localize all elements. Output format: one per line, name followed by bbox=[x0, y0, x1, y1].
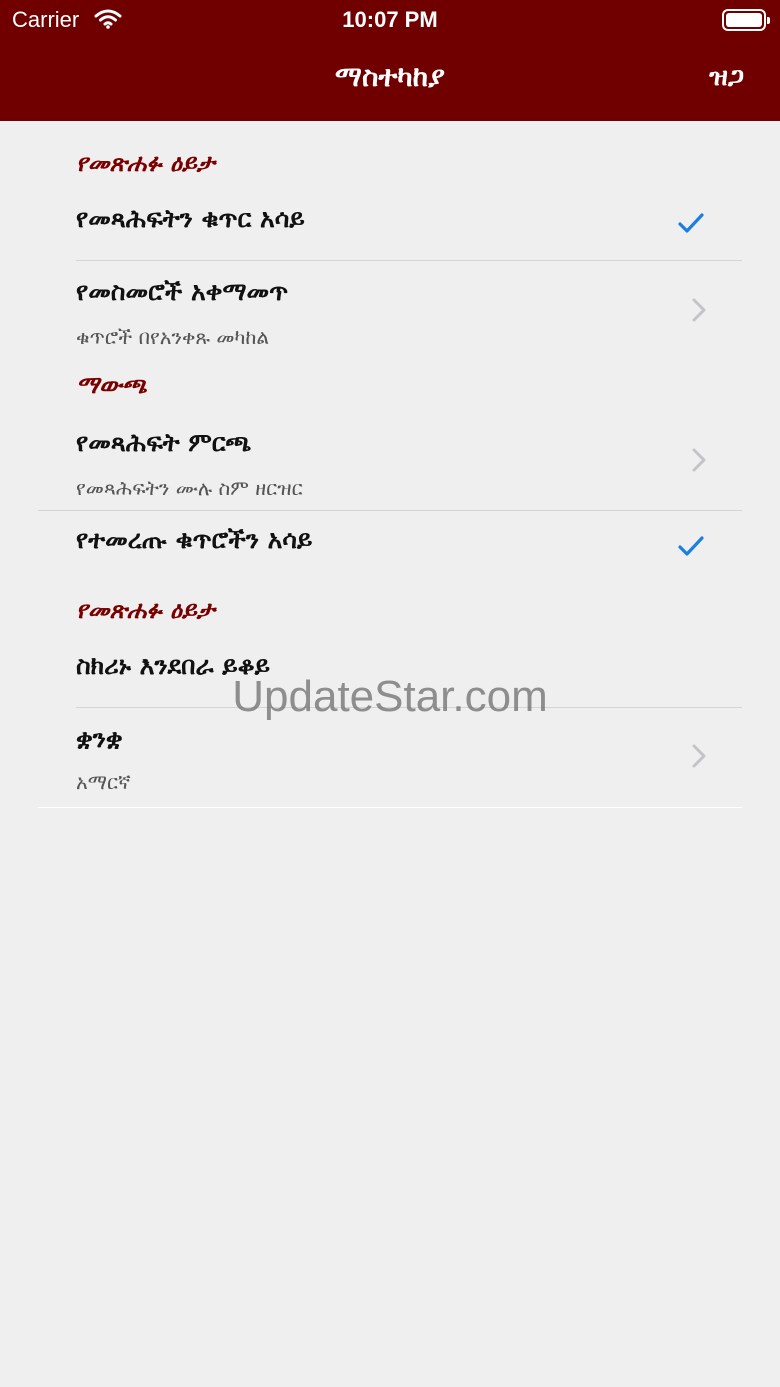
navigation-bar: ማስተካከያ ዝጋ bbox=[0, 40, 780, 121]
chevron-right-icon bbox=[692, 744, 706, 772]
page-title: ማስተካከያ bbox=[335, 60, 445, 93]
row-title: የተመረጡ ቁጥሮችን አሳይ bbox=[76, 525, 313, 554]
divider bbox=[38, 807, 742, 808]
row-subtitle: አማርኛ bbox=[76, 770, 131, 794]
battery-icon bbox=[722, 9, 770, 31]
row-title: የመጻሕፍት ምርጫ bbox=[76, 428, 252, 457]
row-language[interactable]: ቋንቋ አማርኛ bbox=[38, 708, 742, 807]
row-title: የመጻሕፍትን ቁጥር አሳይ bbox=[76, 204, 305, 233]
section-header-index: ማውጫ bbox=[76, 370, 147, 399]
section-header-book-view: የመጽሐፉ ዕይታ bbox=[76, 148, 215, 177]
chevron-right-icon bbox=[692, 298, 706, 326]
row-show-selected-verses[interactable]: የተመረጡ ቁጥሮችን አሳይ bbox=[38, 511, 742, 581]
row-title: ስክሪኑ እንደበራ ይቆይ bbox=[76, 651, 271, 680]
checkmark-icon bbox=[678, 535, 704, 561]
section-header-book-view-2: የመጽሐፉ ዕይታ bbox=[76, 595, 215, 624]
status-bar: Carrier 10:07 PM bbox=[0, 0, 780, 40]
row-title: የመስመሮች አቀማመጥ bbox=[76, 277, 289, 306]
row-keep-screen-on[interactable]: ስክሪኑ እንደበራ ይቆይ bbox=[38, 637, 742, 707]
clock: 10:07 PM bbox=[342, 7, 438, 32]
close-button[interactable]: ዝጋ bbox=[709, 62, 744, 93]
row-subtitle: ቁጥሮች በየአንቀጹ መካከል bbox=[76, 325, 270, 349]
checkmark-icon bbox=[678, 212, 704, 238]
row-title: ቋንቋ bbox=[76, 724, 123, 753]
row-subtitle: የመጻሕፍትን ሙሉ ስም ዘርዝር bbox=[76, 476, 303, 500]
row-show-book-numbers[interactable]: የመጻሕፍትን ቁጥር አሳይ bbox=[38, 190, 742, 260]
chevron-right-icon bbox=[692, 448, 706, 476]
row-book-selection[interactable]: የመጻሕፍት ምርጫ የመጻሕፍትን ሙሉ ስም ዘርዝር bbox=[38, 412, 742, 510]
row-line-layout[interactable]: የመስመሮች አቀማመጥ ቁጥሮች በየአንቀጹ መካከል bbox=[38, 261, 742, 361]
